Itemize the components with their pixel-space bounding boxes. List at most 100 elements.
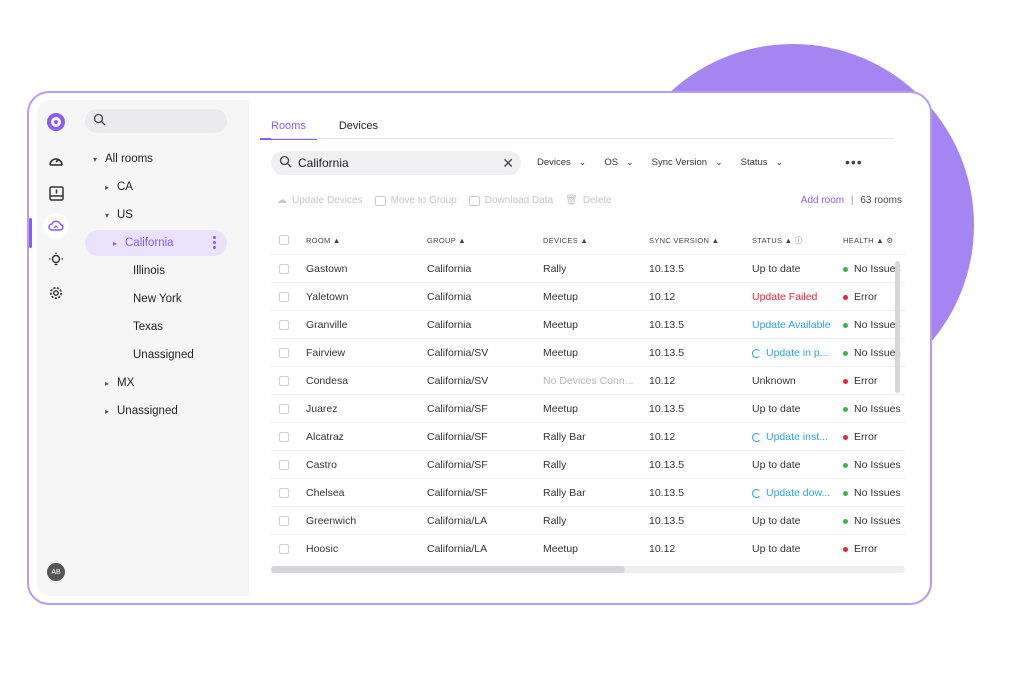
delete-button[interactable]: 🗑 Delete (565, 195, 612, 206)
header-sync-version[interactable]: SYNC VERSION ▲ (649, 226, 744, 254)
row-checkbox[interactable] (279, 451, 289, 479)
cell-room: Alcatraz (306, 431, 344, 443)
tree-node-texas[interactable]: Texas (133, 314, 163, 340)
row-checkbox[interactable] (279, 507, 289, 535)
tree-node-new-york[interactable]: New York (133, 286, 182, 312)
chevron-down-icon: ⌄ (626, 157, 634, 167)
filter-sync-version[interactable]: Sync Version ⌄ (652, 157, 723, 168)
cell-room: Condesa (306, 375, 349, 387)
header-group[interactable]: GROUP ▲ (427, 226, 537, 254)
tree-node-unassigned[interactable]: Unassigned (133, 342, 194, 368)
filter-os[interactable]: OS ⌄ (604, 157, 633, 168)
room-count: 63 rooms (860, 195, 902, 206)
row-checkbox[interactable] (279, 283, 289, 311)
button-label: Update Devices (292, 195, 363, 206)
node-menu-icon[interactable] (213, 236, 217, 251)
row-checkbox[interactable] (279, 367, 289, 395)
table-row[interactable]: Gastown California Rally 10.13.5 Up to date N… (271, 254, 905, 282)
header-room[interactable]: ROOM ▲ (306, 226, 416, 254)
health-text: No Issues (854, 347, 901, 359)
header-status[interactable]: STATUS ▲ ⓘ (752, 226, 839, 254)
cell-status: Up to date (752, 395, 839, 423)
health-text: No Issues (854, 319, 901, 331)
caret-right-icon[interactable]: ▸ (105, 379, 117, 388)
cell-sync-version: 10.13.5 (649, 347, 685, 359)
health-text: Error (854, 543, 878, 555)
tree-node-all-rooms[interactable]: ▾ All rooms (93, 146, 153, 172)
cell-status: Update dow... (752, 479, 839, 507)
cell-sync-version: 10.13.5 (649, 403, 685, 415)
filter-bar: Devices ⌄ OS ⌄ Sync Version ⌄ Status ⌄ (537, 157, 801, 168)
dashboard-icon[interactable] (43, 148, 69, 174)
filter-label: Sync Version (651, 157, 708, 168)
table-row[interactable]: Hoosic California/LA Meetup 10.12 Up to date… (271, 534, 905, 562)
tree-node-mx[interactable]: ▸ MX (105, 370, 134, 396)
inbox-icon[interactable] (43, 180, 69, 206)
vertical-scrollbar[interactable] (895, 261, 900, 393)
row-checkbox[interactable] (279, 423, 289, 451)
bulk-actions: ☁ Update Devices Move to Group Download D… (277, 195, 612, 206)
caret-right-icon[interactable]: ▸ (105, 407, 117, 416)
table-row[interactable]: Alcatraz California/SF Rally Bar 10.12 Updat… (271, 422, 905, 450)
row-checkbox[interactable] (279, 395, 289, 423)
table-row[interactable]: Chelsea California/SF Rally Bar 10.13.5 Upda… (271, 478, 905, 506)
health-dot (843, 518, 848, 524)
health-text: No Issues (854, 403, 901, 415)
cell-room: Gastown (306, 263, 348, 275)
table-row[interactable]: Granville California Meetup 10.13.5 Update A… (271, 310, 905, 338)
move-to-group-button[interactable]: Move to Group (374, 195, 457, 206)
cell-sync-version: 10.13.5 (649, 515, 685, 527)
table-row[interactable]: Fairview California/SV Meetup 10.13.5 Update… (271, 338, 905, 366)
caret-down-icon[interactable]: ▾ (93, 155, 105, 164)
main-panel: Rooms Devices California ✕ Devices ⌄ OS ⌄ … (249, 100, 922, 596)
tree-node-california[interactable]: ▸ California (85, 230, 227, 256)
lightbulb-icon[interactable] (43, 247, 69, 273)
cell-health: No Issues (843, 451, 905, 479)
row-checkbox[interactable] (279, 311, 289, 339)
tree-node-ca[interactable]: ▸ CA (105, 174, 133, 200)
caret-right-icon[interactable]: ▸ (113, 239, 125, 248)
cell-room: Juarez (306, 403, 338, 415)
more-options-icon[interactable]: ••• (845, 154, 863, 170)
cell-group: California/SV (427, 375, 489, 387)
health-dot (843, 434, 848, 440)
cell-sync-version: 10.13.5 (649, 319, 685, 331)
filter-status[interactable]: Status ⌄ (741, 157, 783, 168)
row-checkbox[interactable] (279, 479, 289, 507)
clear-search-icon[interactable]: ✕ (502, 155, 514, 172)
select-all-checkbox[interactable] (279, 226, 289, 254)
cell-group: California/LA (427, 543, 488, 555)
tree-node-illinois[interactable]: Illinois (133, 258, 165, 284)
row-checkbox[interactable] (279, 535, 289, 563)
update-devices-button[interactable]: ☁ Update Devices (277, 195, 363, 206)
cell-sync-version: 10.12 (649, 375, 676, 387)
status-text: Up to date (752, 515, 801, 527)
caret-down-icon[interactable]: ▾ (105, 211, 117, 220)
table-row[interactable]: Condesa California/SV No Devices Conn... 10… (271, 366, 905, 394)
avatar[interactable]: AB (47, 563, 65, 581)
tree-node-unassigned[interactable]: ▸ Unassigned (105, 398, 178, 424)
header-health[interactable]: HEALTH ▲ ⚙ (843, 226, 905, 254)
add-room-link[interactable]: Add room (801, 195, 844, 206)
status-text: Update Available (752, 319, 831, 331)
room-search-input[interactable]: California ✕ (271, 151, 521, 175)
table-row[interactable]: Juarez California/SF Meetup 10.13.5 Up to da… (271, 394, 905, 422)
settings-icon[interactable] (43, 280, 69, 306)
tree-node-us[interactable]: ▾ US (105, 202, 133, 228)
logo-icon[interactable] (43, 109, 69, 135)
tab-rooms[interactable]: Rooms (260, 120, 317, 140)
download-data-button[interactable]: Download Data (468, 195, 553, 206)
table-row[interactable]: Yaletown California Meetup 10.12 Update Fail… (271, 282, 905, 310)
header-devices[interactable]: DEVICES ▲ (543, 226, 643, 254)
health-text: No Issues (854, 515, 901, 527)
table-row[interactable]: Castro California/SF Rally 10.13.5 Up to dat… (271, 450, 905, 478)
horizontal-scrollbar[interactable] (271, 566, 625, 573)
row-checkbox[interactable] (279, 339, 289, 367)
caret-right-icon[interactable]: ▸ (105, 183, 117, 192)
filter-devices[interactable]: Devices ⌄ (537, 157, 586, 168)
row-checkbox[interactable] (279, 255, 289, 283)
tab-devices[interactable]: Devices (339, 120, 378, 140)
tree-search-input[interactable] (85, 109, 227, 133)
table-row[interactable]: Greenwich California/LA Rally 10.13.5 Up to … (271, 506, 905, 534)
cloud-icon[interactable] (43, 213, 69, 239)
